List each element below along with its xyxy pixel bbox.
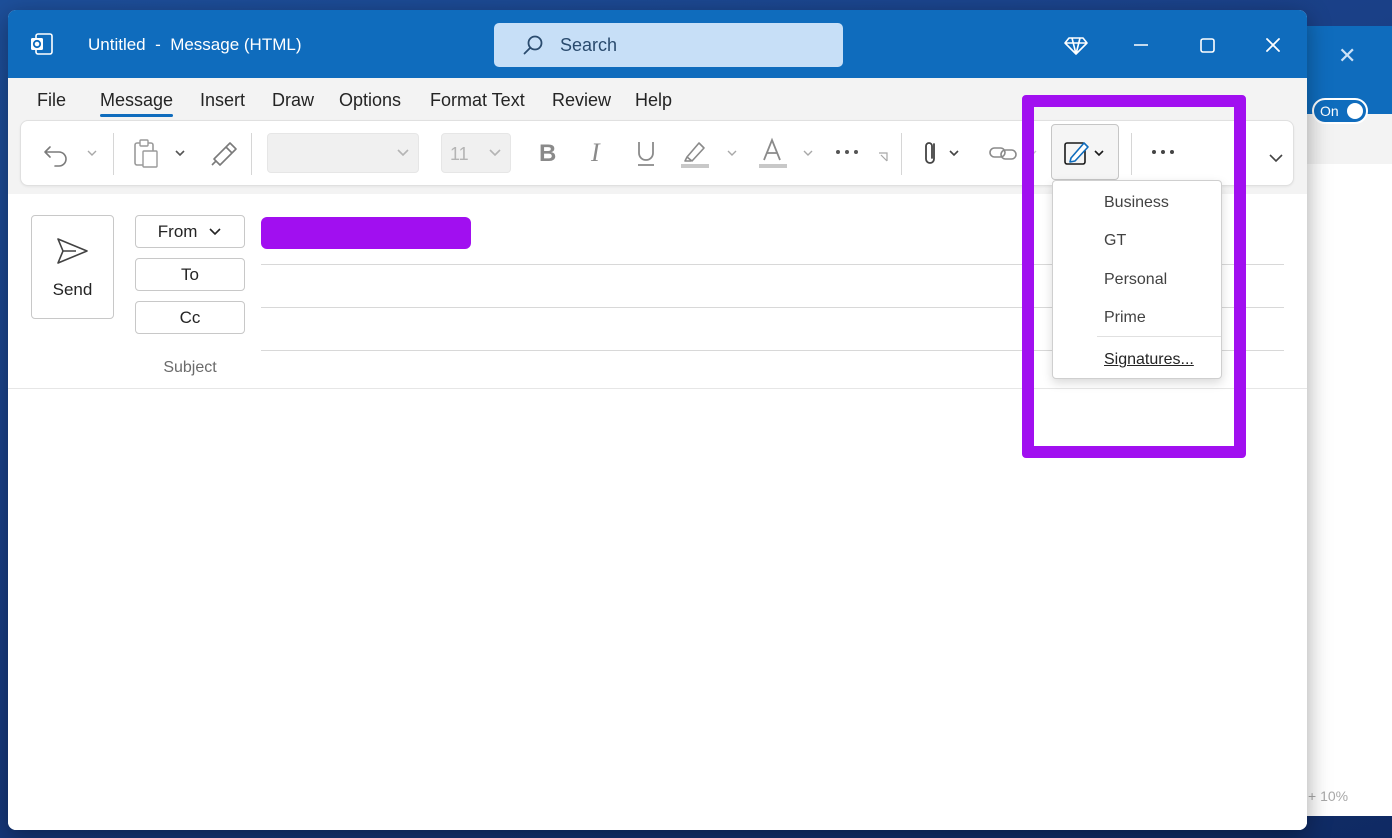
- signature-icon: [1064, 142, 1104, 165]
- more-formatting-icon[interactable]: [833, 135, 863, 171]
- message-window: Untitled - Message (HTML) Search File Me…: [8, 10, 1307, 830]
- signatures-manage-item[interactable]: Signatures...: [1104, 351, 1194, 369]
- attach-icon[interactable]: [919, 135, 943, 171]
- underline-icon[interactable]: [631, 135, 661, 171]
- background-zoom-value: 10%: [1320, 788, 1349, 804]
- undo-dropdown-chevron-icon[interactable]: [85, 135, 99, 171]
- bold-icon[interactable]: B: [533, 135, 563, 171]
- background-toggle[interactable]: On: [1312, 98, 1368, 124]
- send-label: Send: [52, 280, 93, 299]
- menu-draw[interactable]: Draw: [272, 90, 314, 111]
- svg-text:I: I: [590, 138, 601, 167]
- svg-text:B: B: [539, 140, 556, 167]
- menu-insert[interactable]: Insert: [200, 90, 245, 111]
- menu-options[interactable]: Options: [339, 90, 401, 111]
- to-label: To: [181, 265, 199, 284]
- menu-help[interactable]: Help: [635, 90, 672, 111]
- link-dropdown-chevron-icon[interactable]: [1025, 135, 1039, 171]
- background-close-icon[interactable]: ✕: [1338, 44, 1356, 69]
- font-color-dropdown-chevron-icon[interactable]: [801, 135, 815, 171]
- send-icon: [57, 238, 88, 264]
- signature-item-gt[interactable]: GT: [1104, 232, 1126, 250]
- format-painter-icon[interactable]: [206, 135, 240, 171]
- link-icon[interactable]: [987, 135, 1021, 171]
- close-icon[interactable]: [1258, 30, 1288, 60]
- minimize-icon[interactable]: [1126, 30, 1156, 60]
- paste-icon[interactable]: [129, 135, 163, 171]
- menu-file[interactable]: File: [37, 90, 66, 111]
- background-zoom-label: + 10%: [1308, 788, 1349, 804]
- search-icon: [523, 35, 543, 55]
- cc-label: Cc: [179, 308, 201, 327]
- font-size-select[interactable]: 11: [441, 133, 511, 173]
- expand-ribbon-icon[interactable]: [1267, 143, 1285, 179]
- signature-button[interactable]: [1051, 124, 1119, 180]
- more-options-icon[interactable]: [1149, 135, 1179, 171]
- dialog-launcher-icon[interactable]: [877, 151, 891, 187]
- font-size-value: 11: [450, 144, 469, 164]
- to-button[interactable]: To: [135, 258, 245, 291]
- menu-format-text[interactable]: Format Text: [430, 90, 525, 111]
- chevron-down-icon: [397, 149, 409, 157]
- search-label: Search: [560, 35, 618, 55]
- ribbon-separator: [113, 133, 114, 175]
- premium-diamond-icon[interactable]: [1061, 30, 1091, 60]
- message-body[interactable]: [8, 390, 1307, 820]
- menu-divider: [1097, 336, 1221, 337]
- ribbon-separator: [901, 133, 902, 175]
- chevron-down-icon: [489, 149, 501, 157]
- subject-label: Subject: [163, 359, 217, 376]
- ribbon-separator: [251, 133, 252, 175]
- font-name-select[interactable]: [267, 133, 419, 173]
- from-address-redacted: [261, 217, 471, 249]
- menu-message[interactable]: Message: [100, 90, 174, 117]
- message-body-divider: [8, 388, 1307, 389]
- font-color-icon[interactable]: [755, 135, 789, 171]
- search-box[interactable]: Search: [494, 23, 843, 67]
- outlook-icon: [31, 33, 53, 55]
- italic-icon[interactable]: I: [583, 135, 613, 171]
- menu-bar: File Message Insert Draw Options Format …: [8, 78, 1307, 122]
- maximize-icon[interactable]: [1192, 30, 1222, 60]
- signature-item-prime[interactable]: Prime: [1104, 309, 1146, 327]
- cc-button[interactable]: Cc: [135, 301, 245, 334]
- ribbon-separator: [1131, 133, 1132, 175]
- signature-item-business[interactable]: Business: [1104, 194, 1169, 212]
- undo-icon[interactable]: [41, 135, 75, 171]
- paste-dropdown-chevron-icon[interactable]: [173, 135, 187, 171]
- attach-dropdown-chevron-icon[interactable]: [947, 135, 961, 171]
- highlight-icon[interactable]: [677, 135, 711, 171]
- chevron-down-icon: [209, 228, 221, 236]
- from-label: From: [157, 222, 198, 241]
- window-title: Untitled - Message (HTML): [88, 35, 302, 54]
- from-button[interactable]: From: [135, 215, 245, 248]
- title-bar: Untitled - Message (HTML) Search: [8, 10, 1307, 78]
- send-button[interactable]: Send: [31, 215, 114, 319]
- background-toggle-label: On: [1320, 103, 1339, 119]
- signature-dropdown-menu: Business GT Personal Prime Signatures...: [1052, 180, 1222, 379]
- menu-review[interactable]: Review: [552, 90, 611, 111]
- signature-item-personal[interactable]: Personal: [1104, 271, 1167, 289]
- highlight-dropdown-chevron-icon[interactable]: [725, 135, 739, 171]
- toggle-knob: [1347, 103, 1363, 119]
